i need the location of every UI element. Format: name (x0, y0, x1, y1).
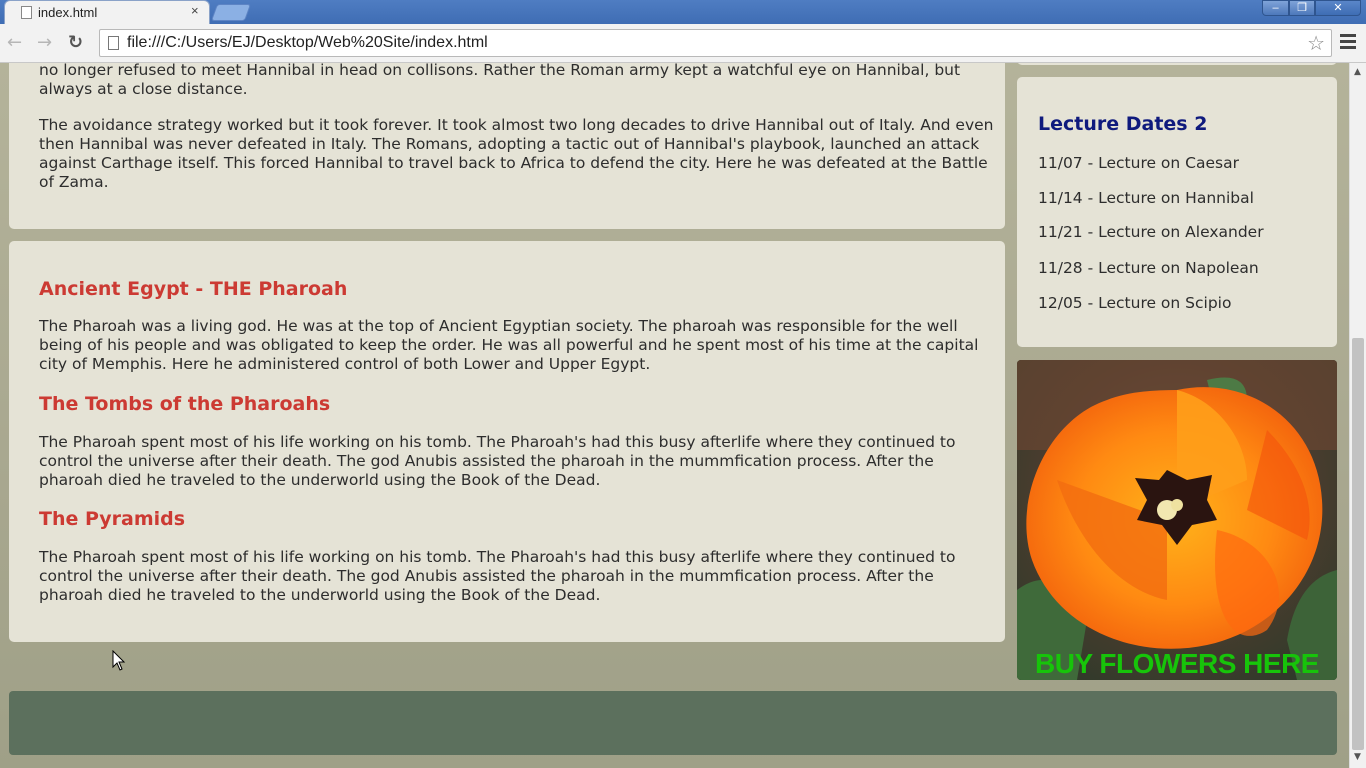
lecture-date-item: 11/14 - Lecture on Hannibal (1038, 189, 1254, 207)
paragraph-hannibal-1: no longer refused to meet Hannibal in he… (39, 63, 961, 98)
minimize-button[interactable]: – (1262, 0, 1289, 16)
heading-pyramids: The Pyramids (39, 508, 186, 530)
page-footer (9, 691, 1337, 755)
new-tab-button[interactable] (210, 4, 252, 21)
vertical-scrollbar[interactable]: ▲ ▼ (1349, 63, 1366, 768)
paragraph-pyramids: The Pharoah spent most of his life worki… (39, 548, 956, 604)
maximize-button[interactable]: ❐ (1289, 0, 1315, 16)
scroll-down-arrow-icon[interactable]: ▼ (1354, 752, 1361, 762)
scroll-up-arrow-icon[interactable]: ▲ (1354, 67, 1361, 77)
browser-tab[interactable]: index.html × (4, 0, 210, 25)
paragraph-pharoah: The Pharoah was a living god. He was at … (39, 317, 979, 373)
window-close-button[interactable]: ✕ (1315, 0, 1361, 16)
lecture-date-item: 11/21 - Lecture on Alexander (1038, 223, 1264, 241)
bookmark-star-icon[interactable]: ☆ (1307, 31, 1325, 55)
buy-flowers-label[interactable]: BUY FLOWERS HERE (1017, 648, 1337, 680)
reload-icon[interactable]: ↻ (68, 32, 83, 53)
sidebar-panel-previous (1017, 63, 1337, 65)
browser-toolbar: ← → ↻ file:///C:/Users/EJ/Desktop/Web%20… (0, 24, 1366, 63)
heading-tombs: The Tombs of the Pharoahs (39, 393, 331, 415)
article-panel-hannibal: no longer refused to meet Hannibal in he… (9, 63, 1005, 229)
lecture-date-item: 11/07 - Lecture on Caesar (1038, 154, 1239, 172)
address-bar[interactable]: file:///C:/Users/EJ/Desktop/Web%20Site/i… (99, 29, 1332, 57)
article-panel-egypt: Ancient Egypt - THE Pharoah The Pharoah … (9, 241, 1005, 642)
back-arrow-icon[interactable]: ← (7, 32, 22, 53)
flower-ad-banner[interactable]: BUY FLOWERS HERE (1017, 360, 1337, 680)
hamburger-menu-icon[interactable] (1340, 34, 1356, 52)
url-text[interactable]: file:///C:/Users/EJ/Desktop/Web%20Site/i… (127, 34, 488, 52)
tab-close-icon[interactable]: × (191, 3, 199, 18)
tab-title: index.html (38, 5, 98, 20)
scrollbar-thumb[interactable] (1352, 338, 1364, 750)
document-icon (108, 36, 119, 50)
lecture-date-item: 11/28 - Lecture on Napolean (1038, 259, 1259, 277)
page-icon (21, 6, 32, 19)
lecture-date-item: 12/05 - Lecture on Scipio (1038, 294, 1232, 312)
paragraph-tombs: The Pharoah spent most of his life worki… (39, 433, 956, 489)
page-viewport: no longer refused to meet Hannibal in he… (0, 63, 1349, 768)
heading-pharoah: Ancient Egypt - THE Pharoah (39, 278, 348, 300)
browser-titlebar: index.html × – ❐ ✕ (0, 0, 1366, 25)
forward-arrow-icon[interactable]: → (37, 32, 52, 53)
lecture-dates-panel: Lecture Dates 2 11/07 - Lecture on Caesa… (1017, 77, 1337, 347)
lecture-dates-title: Lecture Dates 2 (1038, 113, 1208, 135)
mouse-cursor-icon (112, 650, 126, 671)
tulip-flower-image (1017, 360, 1337, 680)
paragraph-hannibal-2: The avoidance strategy worked but it too… (39, 116, 994, 191)
